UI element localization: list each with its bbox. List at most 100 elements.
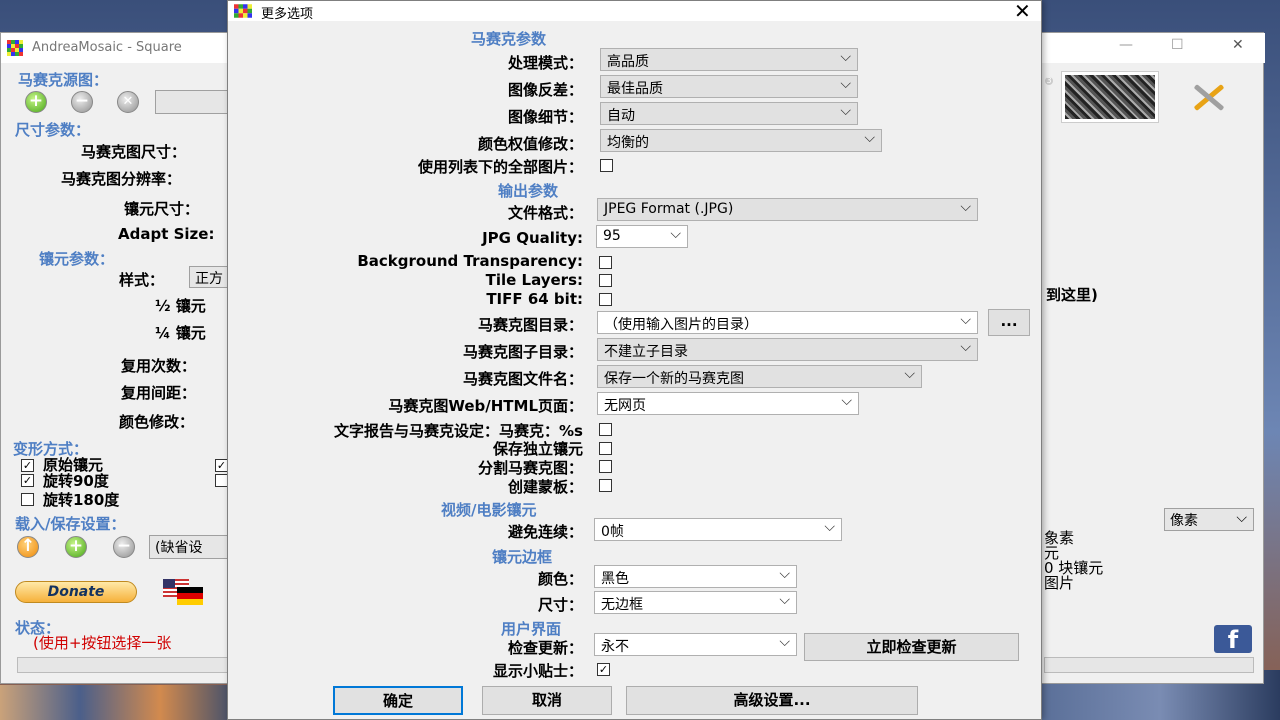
mosaic-dir-value: （使用输入图片的目录）	[604, 317, 758, 333]
chevron-down-icon: ⌵	[960, 199, 971, 215]
mode-select[interactable]: 高品质 ⌵	[600, 48, 858, 71]
web-page-label: 马赛克图Web/HTML页面：	[388, 397, 583, 415]
status-text: (使用+按钮选择一张	[33, 634, 172, 652]
progress-bar-right	[1044, 657, 1254, 673]
avoid-consecutive-value: 0帧	[601, 524, 624, 540]
chevron-down-icon: ⌵	[1236, 510, 1247, 526]
bg-transparency-checkbox[interactable]	[599, 256, 612, 269]
color-weight-select[interactable]: 均衡的 ⌵	[600, 129, 882, 152]
check-now-button[interactable]: 立即检查更新	[804, 633, 1019, 661]
web-page-value: 无网页	[604, 398, 646, 414]
format-label: 文件格式：	[507, 204, 583, 222]
use-all-checkbox[interactable]	[600, 159, 613, 172]
cancel-button[interactable]: 取消	[482, 686, 612, 715]
remove-source-button[interactable]: −	[71, 91, 93, 113]
check-update-select[interactable]: 永不 ⌵	[594, 633, 797, 656]
minimize-button[interactable]: —	[1119, 37, 1133, 53]
unit-select[interactable]: 像素 ⌵	[1164, 508, 1254, 531]
create-mask-checkbox[interactable]	[599, 479, 612, 492]
format-select[interactable]: JPEG Format (.JPG) ⌵	[597, 198, 978, 221]
show-tips-label: 显示小贴士：	[492, 662, 583, 680]
delete-settings-button[interactable]: −	[113, 536, 135, 558]
border-color-select[interactable]: 黑色 ⌵	[594, 565, 797, 588]
advanced-settings-button[interactable]: 高级设置...	[626, 686, 918, 715]
quarter-tile-label: ¼ 镶元	[155, 324, 206, 342]
save-tiles-checkbox[interactable]	[599, 442, 612, 455]
tiff64-checkbox[interactable]	[599, 293, 612, 306]
add-source-button[interactable]: +	[25, 91, 47, 113]
facebook-icon[interactable]: f	[1214, 625, 1252, 654]
text-report-checkbox[interactable]	[599, 423, 612, 436]
minus-icon: −	[74, 91, 90, 111]
detail-value: 自动	[607, 108, 635, 124]
chevron-down-icon: ⌵	[960, 312, 971, 328]
tools-icon[interactable]	[1187, 81, 1231, 113]
border-size-label: 尺寸：	[537, 596, 583, 614]
mosaic-size-label: 马赛克图尺寸：	[81, 143, 187, 161]
border-color-label: 颜色：	[537, 570, 583, 588]
source-image-label: 马赛克源图：	[18, 71, 109, 89]
mosaic-dir-label: 马赛克图目录：	[477, 316, 583, 334]
avoid-consecutive-select[interactable]: 0帧 ⌵	[594, 518, 842, 541]
mosaic-filename-value: 保存一个新的马赛克图	[604, 371, 744, 387]
section-user-interface: 用户界面	[501, 620, 562, 638]
contrast-value: 最佳品质	[607, 81, 663, 97]
jpg-quality-select[interactable]: 95 ⌵	[596, 225, 688, 248]
color-modify-label: 颜色修改：	[119, 413, 195, 431]
color-weight-label: 颜色权值修改：	[477, 135, 583, 153]
original-tile-checkbox[interactable]: ✓	[21, 459, 34, 472]
mosaic-filename-select[interactable]: 保存一个新的马赛克图 ⌵	[597, 365, 922, 388]
chevron-down-icon: ⌵	[841, 393, 852, 409]
app-icon	[7, 40, 23, 56]
border-color-value: 黑色	[601, 571, 629, 587]
load-settings-button[interactable]: ↑	[17, 536, 39, 558]
rotate180-label: 旋转180度	[43, 491, 120, 509]
rotate90-checkbox[interactable]: ✓	[21, 474, 34, 487]
preview-thumbnail[interactable]	[1061, 71, 1159, 123]
save-settings-button[interactable]: +	[65, 536, 87, 558]
dialog-close-button[interactable]: ✕	[1014, 0, 1031, 23]
language-flag-icon[interactable]	[163, 579, 203, 605]
tile-params-label: 镶元参数：	[39, 250, 115, 268]
more-options-dialog: 更多选项 ✕ 马赛克参数 处理模式： 高品质 ⌵ 图像反差： 最佳品质 ⌵ 图像细节…	[227, 0, 1042, 720]
mosaic-subdir-select[interactable]: 不建立子目录 ⌵	[597, 338, 978, 361]
source-image-field[interactable]	[155, 90, 235, 114]
mode-value: 高品质	[607, 54, 649, 70]
rotate180-checkbox[interactable]	[21, 493, 34, 506]
use-all-label: 使用列表下的全部图片：	[417, 158, 583, 176]
donate-button[interactable]: Donate	[15, 581, 137, 603]
adapt-size-label: Adapt Size:	[118, 225, 215, 243]
dialog-app-icon	[234, 4, 252, 18]
split-mosaic-checkbox[interactable]	[599, 460, 612, 473]
jpg-quality-value: 95	[603, 228, 621, 244]
maximize-button[interactable]: ☐	[1171, 37, 1184, 53]
border-size-select[interactable]: 无边框 ⌵	[594, 591, 797, 614]
section-tile-border: 镶元边框	[492, 548, 553, 566]
browse-button[interactable]: ...	[988, 309, 1030, 336]
create-mask-label: 创建蒙板：	[507, 478, 583, 496]
ok-button[interactable]: 确定	[333, 686, 463, 715]
show-tips-checkbox[interactable]: ✓	[597, 663, 610, 676]
chevron-down-icon: ⌵	[840, 103, 851, 119]
color-weight-value: 均衡的	[607, 135, 649, 151]
border-size-value: 无边框	[601, 597, 643, 613]
dialog-title: 更多选项	[261, 7, 314, 22]
contrast-select[interactable]: 最佳品质 ⌵	[600, 75, 858, 98]
mosaic-filename-label: 马赛克图文件名：	[462, 370, 583, 388]
contrast-label: 图像反差：	[507, 81, 583, 99]
tile-layers-checkbox[interactable]	[599, 274, 612, 287]
main-close-button[interactable]: ✕	[1232, 37, 1244, 53]
detail-select[interactable]: 自动 ⌵	[600, 102, 858, 125]
mosaic-dir-select[interactable]: （使用输入图片的目录） ⌵	[597, 311, 978, 334]
clear-source-button[interactable]: ✕	[117, 91, 139, 113]
section-mosaic-params: 马赛克参数	[471, 30, 547, 48]
settings-select[interactable]: (缺省设	[149, 535, 234, 559]
style-label: 样式：	[119, 271, 165, 289]
info-line-4: 图片	[1044, 574, 1075, 592]
desktop-wallpaper-left	[0, 685, 240, 720]
load-save-label: 载入/保存设置：	[15, 515, 126, 533]
web-page-select[interactable]: 无网页 ⌵	[597, 392, 859, 415]
half-tile-label: ½ 镶元	[155, 297, 206, 315]
tile-layers-label: Tile Layers:	[485, 271, 583, 289]
tile-size-label: 镶元尺寸：	[124, 200, 200, 218]
